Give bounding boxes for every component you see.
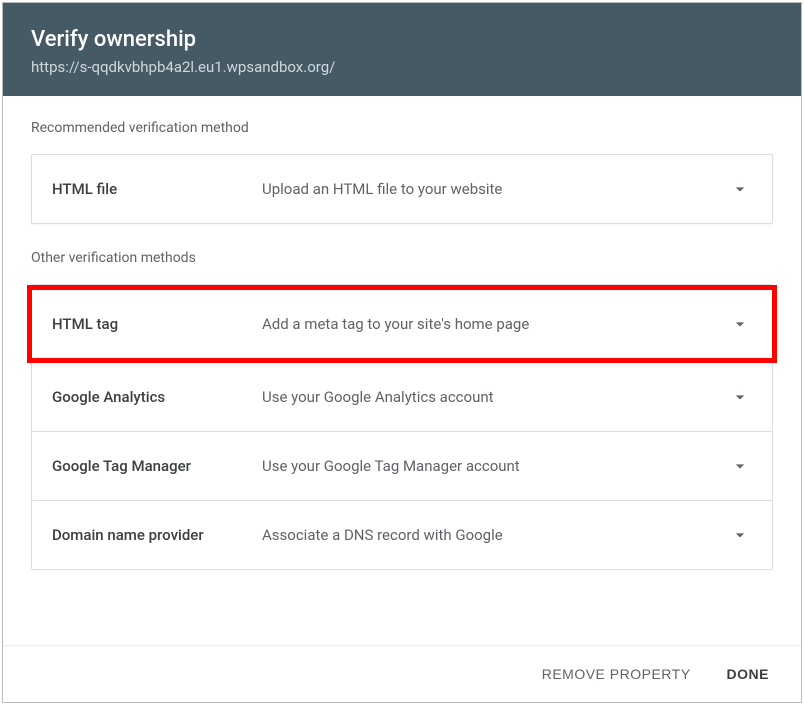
- method-google-analytics[interactable]: Google Analytics Use your Google Analyti…: [32, 363, 772, 432]
- chevron-down-icon: [728, 385, 752, 409]
- method-name: HTML tag: [52, 315, 262, 333]
- method-name: Google Tag Manager: [52, 457, 262, 475]
- remove-property-button[interactable]: Remove Property: [538, 660, 695, 688]
- done-button[interactable]: Done: [723, 660, 773, 688]
- dialog-content: Recommended verification method HTML fil…: [3, 96, 801, 570]
- method-desc: Upload an HTML file to your website: [262, 180, 728, 198]
- chevron-down-icon: [728, 523, 752, 547]
- method-html-file[interactable]: HTML file Upload an HTML file to your we…: [31, 154, 773, 224]
- chevron-down-icon: [728, 312, 752, 336]
- dialog-header: Verify ownership https://s-qqdkvbhpb4a2l…: [3, 3, 801, 96]
- chevron-down-icon: [728, 177, 752, 201]
- method-name: Domain name provider: [52, 526, 262, 544]
- dialog-title: Verify ownership: [31, 27, 773, 52]
- method-name: Google Analytics: [52, 388, 262, 406]
- method-name: HTML file: [52, 180, 262, 198]
- method-desc: Associate a DNS record with Google: [262, 526, 728, 544]
- method-desc: Add a meta tag to your site's home page: [262, 315, 728, 333]
- dialog-subtitle: https://s-qqdkvbhpb4a2l.eu1.wpsandbox.or…: [31, 58, 773, 76]
- recommended-section-label: Recommended verification method: [31, 120, 773, 136]
- other-section-label: Other verification methods: [31, 250, 773, 266]
- method-desc: Use your Google Analytics account: [262, 388, 728, 406]
- chevron-down-icon: [728, 454, 752, 478]
- other-methods-list: HTML tag Add a meta tag to your site's h…: [31, 284, 773, 570]
- dialog-footer: Remove Property Done: [3, 645, 801, 702]
- method-domain-name-provider[interactable]: Domain name provider Associate a DNS rec…: [32, 501, 772, 569]
- highlight-box: HTML tag Add a meta tag to your site's h…: [27, 285, 777, 363]
- method-html-tag[interactable]: HTML tag Add a meta tag to your site's h…: [32, 290, 772, 358]
- method-desc: Use your Google Tag Manager account: [262, 457, 728, 475]
- method-google-tag-manager[interactable]: Google Tag Manager Use your Google Tag M…: [32, 432, 772, 501]
